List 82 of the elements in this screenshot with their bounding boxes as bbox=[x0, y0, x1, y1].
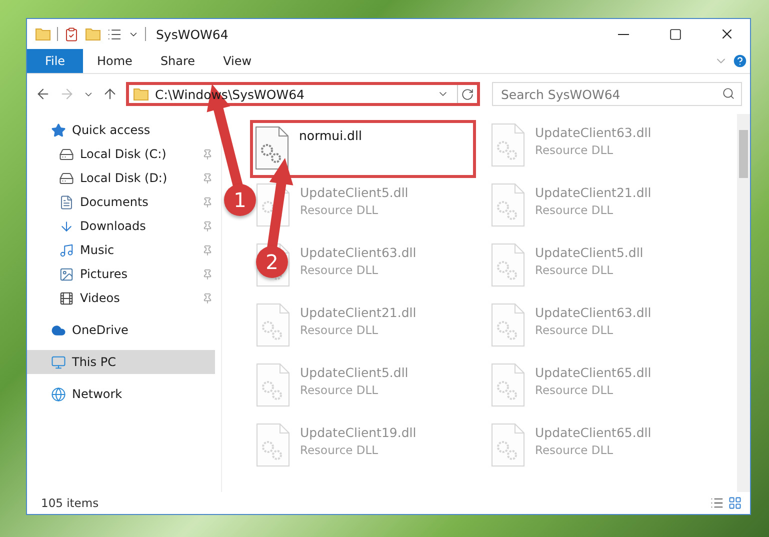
properties-icon bbox=[64, 26, 79, 42]
download-icon bbox=[59, 218, 74, 234]
dll-file-icon bbox=[491, 303, 525, 347]
dll-file-icon bbox=[491, 243, 525, 287]
item-count: 105 items bbox=[41, 496, 100, 510]
pin-icon bbox=[202, 148, 213, 160]
ribbon-tab[interactable]: Home bbox=[83, 49, 146, 73]
dll-file-icon bbox=[491, 423, 525, 467]
monitor-icon bbox=[51, 354, 66, 370]
sidebar-item[interactable]: Quick access bbox=[27, 118, 215, 142]
sidebar-label: Local Disk (D:) bbox=[80, 171, 168, 185]
file-type: Resource DLL bbox=[300, 203, 380, 217]
window-title: SysWOW64 bbox=[156, 26, 230, 42]
file-type: Resource DLL bbox=[535, 323, 614, 337]
sidebar-label: Documents bbox=[80, 195, 150, 209]
sidebar-item[interactable]: Videos bbox=[27, 286, 215, 310]
sidebar-item[interactable]: Downloads bbox=[27, 214, 215, 238]
file-type: Resource DLL bbox=[300, 443, 380, 457]
picture-icon bbox=[59, 266, 74, 282]
grid-icon bbox=[728, 496, 742, 510]
dll-file-icon bbox=[491, 183, 525, 227]
pin-icon bbox=[202, 172, 213, 184]
globe-icon bbox=[51, 386, 66, 402]
file-type: Resource DLL bbox=[535, 143, 614, 157]
sidebar-label: Network bbox=[72, 387, 124, 401]
pin-icon bbox=[202, 196, 213, 208]
sidebar-item[interactable]: Local Disk (C:) bbox=[27, 142, 215, 166]
file-item[interactable]: normui.dll bbox=[250, 120, 476, 178]
dll-file-icon bbox=[255, 126, 289, 170]
file-type: Resource DLL bbox=[300, 323, 380, 337]
file-type: Resource DLL bbox=[535, 383, 614, 397]
folder-icon bbox=[35, 27, 51, 41]
file-tab[interactable]: File bbox=[27, 49, 83, 73]
sidebar-item[interactable]: Network bbox=[27, 382, 215, 406]
sidebar-label: OneDrive bbox=[72, 323, 130, 337]
pin-icon bbox=[202, 292, 213, 304]
file-name[interactable]: normui.dll bbox=[299, 128, 362, 143]
film-icon bbox=[59, 290, 74, 306]
pin-icon bbox=[202, 244, 213, 256]
file-type: Resource DLL bbox=[535, 443, 614, 457]
dll-file-icon bbox=[256, 423, 290, 467]
sidebar-label: Downloads bbox=[80, 219, 147, 233]
refresh-icon bbox=[461, 88, 474, 100]
file-type: Resource DLL bbox=[535, 263, 614, 277]
help-icon bbox=[732, 53, 748, 69]
sidebar-item[interactable]: Local Disk (D:) bbox=[27, 166, 215, 190]
sidebar-label: Pictures bbox=[80, 267, 129, 281]
ribbon-tab[interactable]: View bbox=[209, 49, 266, 73]
file-type: Resource DLL bbox=[300, 263, 380, 277]
sidebar-label: This PC bbox=[72, 355, 117, 369]
document-icon bbox=[59, 194, 74, 210]
file-type: Resource DLL bbox=[535, 203, 614, 217]
sidebar-label: Quick access bbox=[72, 123, 152, 137]
dll-file-icon bbox=[491, 363, 525, 407]
list-icon bbox=[107, 26, 122, 42]
dll-file-icon bbox=[491, 123, 525, 167]
drive-icon bbox=[59, 146, 74, 162]
dll-file-icon bbox=[256, 303, 290, 347]
cloud-icon bbox=[51, 322, 66, 338]
scrollbar-thumb[interactable] bbox=[739, 130, 748, 178]
ribbon-tab[interactable]: Share bbox=[146, 49, 210, 73]
sidebar-item[interactable]: Music bbox=[27, 238, 215, 262]
folder-icon bbox=[85, 27, 101, 41]
drive-icon bbox=[59, 170, 74, 186]
sidebar-label: Local Disk (C:) bbox=[80, 147, 168, 161]
sidebar-item[interactable]: Documents bbox=[27, 190, 215, 214]
sidebar-label: Music bbox=[80, 243, 116, 257]
music-note-icon bbox=[59, 242, 74, 258]
folder-icon bbox=[133, 87, 149, 101]
search-field[interactable]: Search SysWOW64 bbox=[492, 82, 742, 106]
search-icon bbox=[722, 87, 735, 100]
pin-icon bbox=[202, 268, 213, 280]
file-type: Resource DLL bbox=[300, 383, 380, 397]
sidebar-item[interactable]: OneDrive bbox=[27, 318, 215, 342]
sidebar-item[interactable]: This PC bbox=[27, 350, 215, 374]
maximize-icon bbox=[668, 28, 682, 40]
sidebar-label: Videos bbox=[80, 291, 121, 305]
scrollbar[interactable] bbox=[737, 114, 750, 492]
sidebar-item[interactable]: Pictures bbox=[27, 262, 215, 286]
dll-file-icon bbox=[256, 363, 290, 407]
pin-icon bbox=[202, 220, 213, 232]
star-icon bbox=[51, 122, 66, 138]
